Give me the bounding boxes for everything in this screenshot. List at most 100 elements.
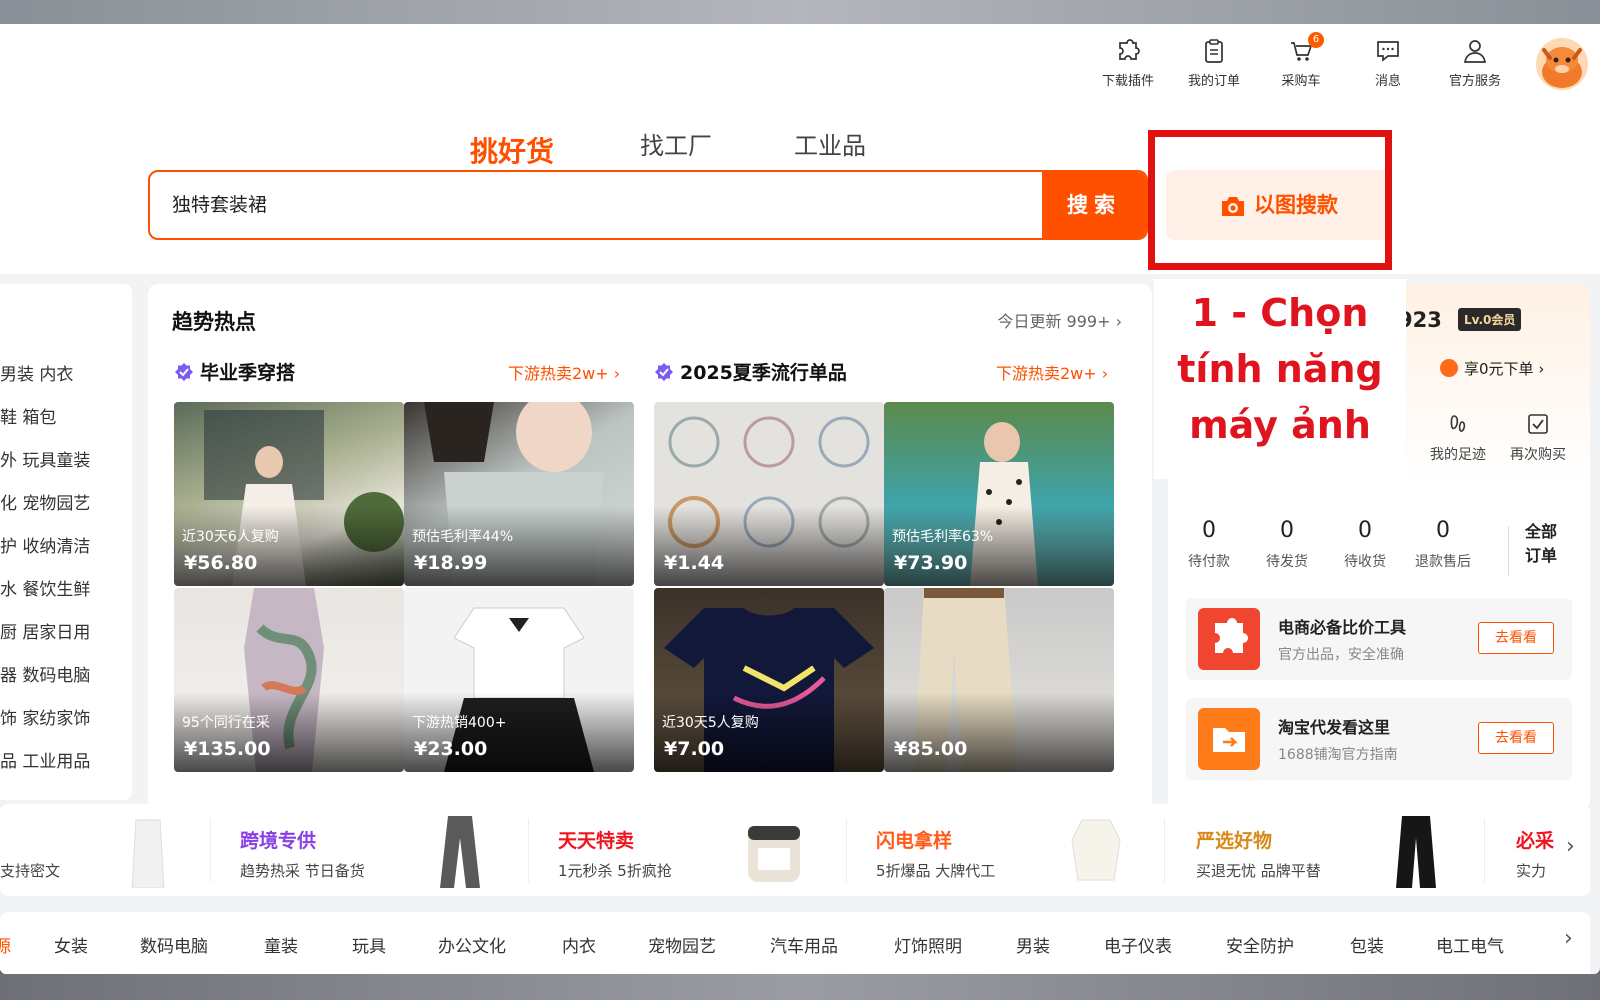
tab-industrial[interactable]: 工业品 (794, 126, 866, 161)
product-tile[interactable]: 预估毛利率63% ¥73.90 (884, 402, 1114, 586)
order-stat-refund[interactable]: 0 退款售后 (1408, 518, 1478, 571)
promo-card[interactable]: 跨境专供 趋势热采 节日备货 (240, 804, 520, 896)
category-row[interactable]: 化 宠物园艺 (0, 489, 90, 514)
group-more-link[interactable]: 下游热卖2w+ › (508, 360, 620, 384)
footprint-link[interactable]: 我的足迹 (1418, 412, 1498, 464)
category-row[interactable]: 厨 居家日用 (0, 618, 90, 643)
promo-card[interactable]: : 支持密文 (0, 804, 190, 896)
category-row[interactable]: 水 餐饮生鲜 (0, 575, 90, 600)
promo-card[interactable]: 必采 实力 (1516, 804, 1566, 896)
category-item[interactable]: 女装 (54, 932, 88, 957)
chevron-right-icon[interactable]: › (1566, 834, 1575, 859)
group-more-link[interactable]: 下游热卖2w+ › (996, 360, 1108, 384)
category-item[interactable]: 数码电脑 (140, 932, 208, 957)
promo-card[interactable]: 严选好物 买退无忧 品牌平替 (1196, 804, 1476, 896)
all-orders-link[interactable]: 全部 订单 (1516, 520, 1566, 568)
user-icon (1463, 40, 1487, 63)
promo-divider (210, 818, 211, 882)
tutorial-annotation: 1 - Chọn tính năng máy ảnh (1154, 279, 1406, 479)
category-item[interactable]: 电工电气 (1436, 932, 1504, 957)
product-thumbnail (748, 826, 800, 882)
promo-divider (1484, 818, 1485, 882)
chevron-right-icon: › (1538, 360, 1545, 378)
tile-shade (404, 692, 634, 772)
promo-name: 闪电拿样 (876, 830, 953, 852)
category-item[interactable]: 汽车用品 (770, 932, 838, 957)
promo-card[interactable]: 闪电拿样 5折爆品 大牌代工 (876, 804, 1156, 896)
category-item[interactable]: 办公文化 (438, 932, 506, 957)
tile-price: ¥56.80 (184, 552, 258, 574)
category-row[interactable]: 外 玩具童装 (0, 446, 90, 471)
search-button[interactable]: 搜索 (1042, 172, 1146, 238)
category-item[interactable]: 男装 (1016, 932, 1050, 957)
avatar[interactable] (1536, 38, 1588, 90)
promo-desc: 支持密文 (0, 862, 61, 880)
official-service-link[interactable]: 官方服务 (1440, 38, 1510, 89)
order-stat-pending-shipment[interactable]: 0 待发货 (1252, 518, 1322, 571)
download-plugin-link[interactable]: 下载插件 (1093, 38, 1163, 89)
category-row[interactable]: 男装 内衣 (0, 360, 73, 385)
tile-tag: 近30天5人复购 (662, 715, 759, 731)
category-row[interactable]: 鞋 箱包 (0, 403, 56, 428)
group-title[interactable]: 毕业季穿搭 (174, 358, 295, 385)
category-item[interactable]: 灯饰照明 (894, 932, 962, 957)
chevron-right-icon: › (1115, 312, 1122, 331)
category-item[interactable]: 童装 (264, 932, 298, 957)
tool-view-button[interactable]: 去看看 (1478, 622, 1554, 654)
promo-divider (846, 818, 847, 882)
category-item[interactable]: 包装 (1350, 932, 1384, 957)
category-row[interactable]: 品 工业用品 (0, 747, 90, 772)
tile-price: ¥135.00 (184, 738, 271, 760)
category-strip: 源 女装 数码电脑 童装 玩具 办公文化 内衣 宠物园艺 汽车用品 灯饰照明 男… (0, 912, 1590, 974)
tile-price: ¥7.00 (664, 738, 725, 760)
group-title-label: 毕业季穿搭 (200, 362, 296, 384)
tool-card-taobao-guide[interactable]: 淘宝代发看这里 1688铺淘官方指南 去看看 (1186, 698, 1572, 780)
category-item[interactable]: 源 (0, 932, 11, 957)
order-stat-pending-receipt[interactable]: 0 待收货 (1330, 518, 1400, 571)
product-tile[interactable]: 近30天5人复购 ¥7.00 (654, 588, 884, 772)
promo-card[interactable]: 天天特卖 1元秒杀 5折疯抢 (558, 804, 838, 896)
category-row[interactable]: 护 收纳清洁 (0, 532, 90, 557)
category-item[interactable]: 安全防护 (1226, 932, 1294, 957)
product-tile[interactable]: 95个同行在采 ¥135.00 (174, 588, 404, 772)
group-title[interactable]: 2025夏季流行单品 (654, 358, 847, 385)
tab-find-factory[interactable]: 找工厂 (640, 126, 712, 161)
messages-link[interactable]: 消息 (1353, 38, 1423, 89)
nav-label: 消息 (1374, 74, 1401, 89)
tile-price: ¥1.44 (664, 552, 725, 574)
category-item[interactable]: 内衣 (562, 932, 596, 957)
product-tile[interactable]: 预估毛利率44% ¥18.99 (404, 402, 634, 586)
tile-shade (654, 506, 884, 586)
product-tile[interactable]: 近30天6人复购 ¥56.80 (174, 402, 404, 586)
annotation-line: 1 - Chọn (1191, 291, 1369, 335)
trend-update-link[interactable]: 今日更新 999+ › (997, 308, 1122, 332)
tile-shade (174, 506, 404, 586)
chevron-right-icon[interactable]: › (1564, 926, 1573, 951)
search-input[interactable] (172, 172, 992, 238)
mascot-avatar-icon (1536, 38, 1588, 90)
clipboard-icon (1205, 39, 1223, 63)
zero-order-perk-link[interactable]: 享0元下单 › (1440, 358, 1544, 379)
category-row[interactable]: 器 数码电脑 (0, 661, 90, 686)
group-more-label: 下游热卖2w+ (996, 364, 1097, 383)
cart-link[interactable]: 6 采购车 (1266, 32, 1336, 89)
tool-card-price-compare[interactable]: 电商必备比价工具 官方出品，安全准确 去看看 (1186, 598, 1572, 680)
my-orders-link[interactable]: 我的订单 (1179, 38, 1249, 89)
product-tile[interactable]: ¥1.44 (654, 402, 884, 586)
stat-label: 待付款 (1188, 554, 1230, 570)
category-item[interactable]: 玩具 (352, 932, 386, 957)
product-tile[interactable]: 下游热销400+ ¥23.00 (404, 588, 634, 772)
tile-tag: 近30天6人复购 (182, 529, 279, 545)
category-item[interactable]: 电子仪表 (1104, 932, 1172, 957)
category-row[interactable]: 饰 家纺家饰 (0, 704, 90, 729)
category-item[interactable]: 宠物园艺 (648, 932, 716, 957)
tool-view-button[interactable]: 去看看 (1478, 722, 1554, 754)
buy-again-link[interactable]: 再次购买 (1498, 412, 1578, 464)
trend-title: 趋势热点 (172, 310, 256, 334)
product-tile[interactable]: ¥85.00 (884, 588, 1114, 772)
order-stat-pending-payment[interactable]: 0 待付款 (1174, 518, 1244, 571)
tile-shade (654, 692, 884, 772)
tool-icon-bg (1198, 708, 1260, 770)
product-thumbnail (1071, 819, 1121, 881)
tab-pick-goods[interactable]: 挑好货 (470, 130, 554, 170)
